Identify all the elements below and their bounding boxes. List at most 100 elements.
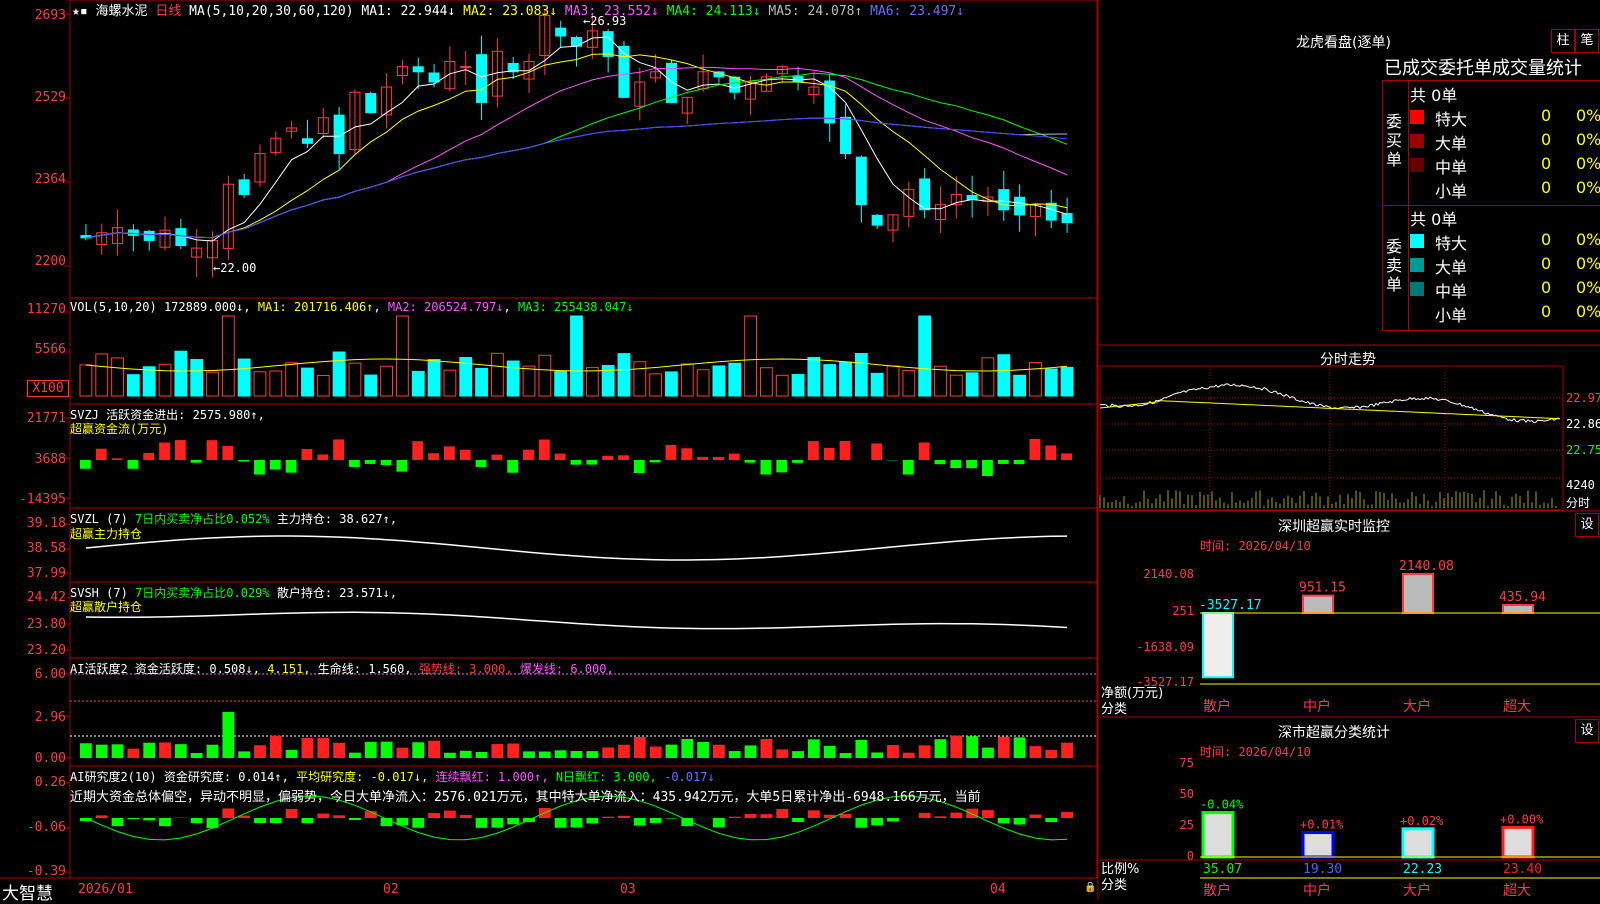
activity-bar — [476, 752, 488, 758]
volume-bar — [539, 355, 551, 396]
intraday-frame — [1100, 366, 1563, 510]
sell-row-pct: 0% — [1576, 230, 1600, 249]
research-bar — [286, 809, 298, 818]
volume-bar — [950, 375, 962, 396]
star-icon[interactable]: ★▪ — [72, 4, 88, 19]
sell-row-swatch — [1410, 258, 1424, 272]
sz-class-category-label: 分类 — [1101, 874, 1127, 893]
lock-icon[interactable]: 🔒 — [1084, 882, 1096, 893]
period-label[interactable]: 日线 — [155, 4, 181, 19]
activity-bar — [1045, 750, 1057, 758]
candle-body — [856, 157, 866, 205]
ratio-bar — [1203, 813, 1233, 857]
net-flow-bar — [1403, 574, 1433, 613]
activity-bar — [713, 745, 725, 758]
fund-flow-bar — [222, 446, 233, 460]
ratio-change-label: -0.04% — [1200, 798, 1244, 812]
fund-flow-bar — [96, 449, 107, 460]
buy-total: 共 0单 — [1410, 82, 1457, 106]
category-label: 中户 — [1303, 882, 1331, 899]
activity-bar — [808, 739, 820, 758]
volume-bar — [681, 364, 693, 396]
net-flow-value-label: 951.15 — [1299, 581, 1346, 596]
main-chart-canvas[interactable] — [0, 0, 1100, 900]
volume-bar — [1014, 375, 1026, 396]
sell-total: 共 0单 — [1410, 206, 1457, 230]
activity-bar — [792, 751, 804, 758]
buy-row-swatch — [1410, 134, 1424, 148]
bar-mode-button[interactable]: 柱 — [1551, 29, 1575, 53]
vol-panel-header: VOL(5,10,20) 172889.000↓, MA1: 201716.40… — [70, 300, 634, 314]
net-flow-bar — [1503, 605, 1533, 613]
activity-bar — [903, 753, 915, 758]
fund-flow-bar — [998, 460, 1009, 464]
research-bar — [602, 817, 614, 818]
activity-bar — [634, 737, 646, 758]
volume-bar — [191, 360, 203, 396]
research-bar — [729, 817, 741, 818]
fund-flow-bar — [586, 460, 597, 465]
ai-active-axis-label: 6.00 — [0, 667, 66, 682]
svzj-axis-label: 21771 — [0, 411, 66, 426]
activity-bar — [365, 742, 377, 758]
activity-bar — [1061, 743, 1073, 758]
buy-row-swatch — [1410, 158, 1424, 172]
price-axis-label: 2529 — [0, 90, 66, 105]
buy-row-pct: 0% — [1576, 106, 1600, 125]
sz-class-settings-button[interactable]: 设 — [1575, 719, 1599, 743]
volume-bar — [254, 372, 266, 396]
research-bar — [618, 816, 630, 818]
ai-research-axis-label: -0.06 — [0, 820, 66, 835]
tick-mode-button[interactable]: 笔 — [1575, 29, 1599, 53]
research-bar — [919, 813, 931, 818]
volume-bar — [745, 316, 757, 396]
svsh-axis-label: 24.42 — [0, 590, 66, 605]
research-bar — [586, 818, 598, 823]
sz-monitor-settings-button[interactable]: 设 — [1575, 513, 1599, 537]
volume-bar — [444, 370, 456, 396]
research-bar — [507, 818, 519, 824]
volume-bar — [824, 365, 836, 396]
volume-bar — [333, 352, 345, 396]
volume-bar — [966, 373, 978, 396]
fund-flow-bar — [555, 454, 566, 460]
activity-bar — [855, 740, 867, 758]
buy-row-swatch — [1410, 110, 1424, 124]
intraday-avg-line — [1100, 401, 1560, 419]
activity-bar — [729, 751, 741, 758]
activity-bar — [491, 744, 503, 758]
activity-bar — [286, 750, 298, 758]
fund-flow-bar — [697, 457, 708, 460]
research-bar — [254, 818, 266, 823]
ratio-value-label: 23.40 — [1503, 862, 1542, 877]
x-axis-label: 02 — [383, 882, 399, 897]
fund-flow-bar — [634, 460, 645, 473]
x-axis-label: 04 — [990, 882, 1006, 897]
volume-bar — [1061, 367, 1073, 396]
activity-bar — [618, 745, 630, 758]
fund-flow-bar — [317, 454, 328, 460]
ratio-value-label: 22.23 — [1403, 862, 1442, 877]
research-bar — [871, 818, 883, 825]
fund-flow-bar — [571, 460, 582, 465]
activity-bar — [207, 745, 219, 758]
candle-body — [128, 230, 138, 235]
ratio-change-label: +0.01% — [1300, 818, 1344, 832]
price-low-mark: ←22.00 — [213, 261, 256, 275]
ratio-bar — [1303, 833, 1333, 857]
activity-bar — [586, 751, 598, 758]
buy-row-pct: 0% — [1576, 154, 1600, 173]
candle-body — [1062, 214, 1072, 223]
candle-body — [999, 190, 1009, 210]
volume-bar — [998, 355, 1010, 396]
price-axis-label: 2693 — [0, 8, 66, 23]
activity-bar — [966, 736, 978, 758]
activity-bar — [998, 737, 1010, 758]
x-axis-label: 2026/01 — [78, 882, 133, 897]
sz-class-axis-label: 75 — [1160, 756, 1194, 770]
sz-class-time: 时间: 2026/04/10 — [1200, 743, 1311, 760]
sell-row-name: 小单 — [1435, 302, 1467, 326]
research-bar — [887, 818, 899, 821]
intraday-vol-label: 4240 — [1566, 478, 1595, 492]
volume-bar — [143, 367, 155, 396]
